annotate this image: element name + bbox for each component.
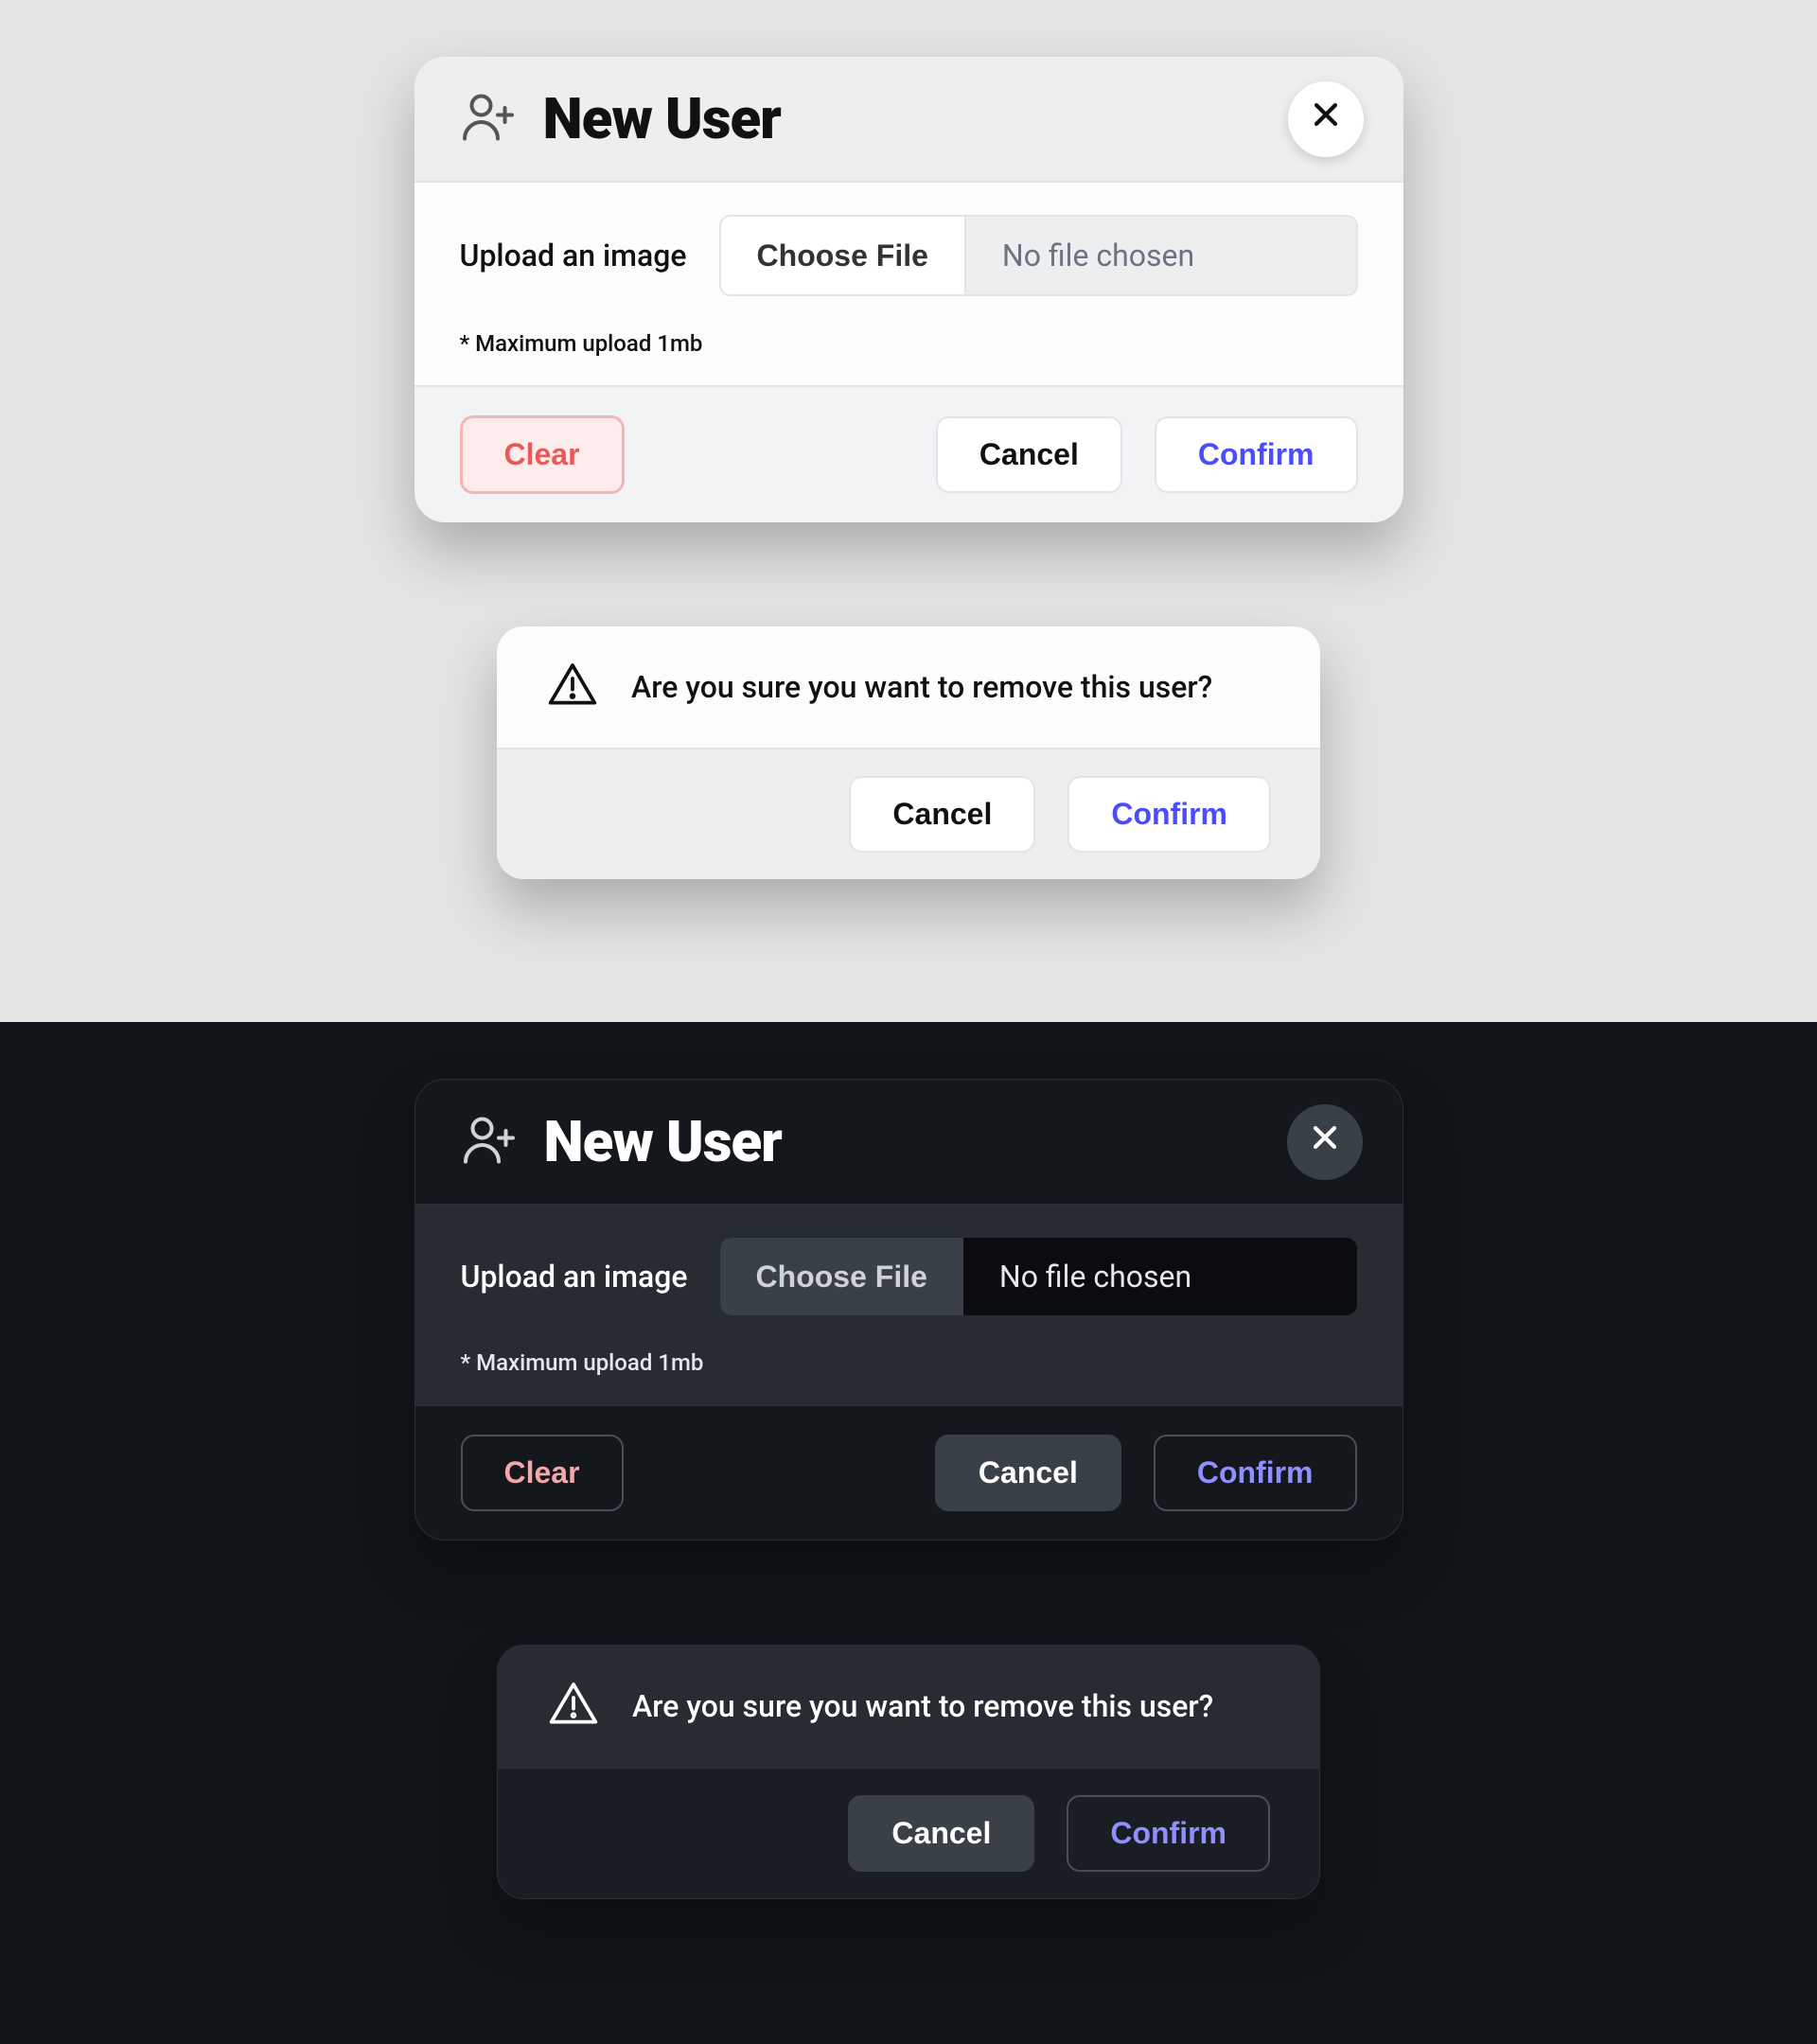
file-status: No file chosen [963, 1238, 1357, 1315]
close-button[interactable] [1287, 1104, 1363, 1180]
modal-footer: Clear Cancel Confirm [415, 387, 1403, 522]
clear-button[interactable]: Clear [460, 415, 625, 494]
file-picker: Choose File No file chosen [720, 1238, 1357, 1315]
alert-header: Are you sure you want to remove this use… [497, 626, 1320, 749]
alert-confirm-button[interactable]: Confirm [1067, 1795, 1270, 1872]
light-theme-panel: New User Upload an image Choose File No … [0, 0, 1817, 1022]
clear-button[interactable]: Clear [461, 1435, 624, 1511]
close-icon [1310, 98, 1342, 140]
modal-title: New User [543, 85, 781, 152]
upload-label: Upload an image [461, 1259, 688, 1295]
remove-user-alert: Are you sure you want to remove this use… [497, 626, 1320, 879]
upload-note: * Maximum upload 1mb [460, 330, 1358, 357]
confirm-button[interactable]: Confirm [1155, 416, 1358, 493]
user-plus-icon [461, 1112, 518, 1172]
choose-file-button[interactable]: Choose File [721, 217, 966, 294]
modal-footer: Clear Cancel Confirm [415, 1406, 1402, 1540]
alert-message: Are you sure you want to remove this use… [632, 1688, 1213, 1724]
alert-cancel-button[interactable]: Cancel [848, 1795, 1034, 1872]
file-status: No file chosen [966, 217, 1356, 294]
confirm-button[interactable]: Confirm [1154, 1435, 1357, 1511]
alert-confirm-button[interactable]: Confirm [1067, 776, 1271, 853]
remove-user-alert: Are you sure you want to remove this use… [497, 1645, 1320, 1899]
modal-body: Upload an image Choose File No file chos… [415, 183, 1403, 387]
new-user-modal: New User Upload an image Choose File No … [415, 1079, 1403, 1541]
upload-row: Upload an image Choose File No file chos… [461, 1238, 1357, 1315]
dark-theme-panel: New User Upload an image Choose File No … [0, 1022, 1817, 2044]
user-plus-icon [460, 89, 517, 150]
cancel-button[interactable]: Cancel [936, 416, 1122, 493]
upload-label: Upload an image [460, 238, 687, 273]
alert-header: Are you sure you want to remove this use… [498, 1646, 1319, 1769]
modal-title: New User [544, 1108, 782, 1175]
alert-cancel-button[interactable]: Cancel [849, 776, 1035, 853]
warning-icon [546, 659, 599, 715]
alert-message: Are you sure you want to remove this use… [631, 669, 1212, 705]
close-button[interactable] [1288, 81, 1364, 157]
modal-header: New User [415, 57, 1403, 183]
close-icon [1309, 1121, 1341, 1163]
alert-footer: Cancel Confirm [497, 749, 1320, 879]
modal-body: Upload an image Choose File No file chos… [415, 1206, 1402, 1406]
modal-header: New User [415, 1080, 1402, 1206]
alert-footer: Cancel Confirm [498, 1769, 1319, 1898]
upload-note: * Maximum upload 1mb [461, 1349, 1357, 1376]
choose-file-button[interactable]: Choose File [720, 1238, 963, 1315]
upload-row: Upload an image Choose File No file chos… [460, 215, 1358, 296]
cancel-button[interactable]: Cancel [935, 1435, 1121, 1511]
file-picker: Choose File No file chosen [719, 215, 1358, 296]
warning-icon [547, 1678, 600, 1735]
new-user-modal: New User Upload an image Choose File No … [415, 57, 1403, 522]
